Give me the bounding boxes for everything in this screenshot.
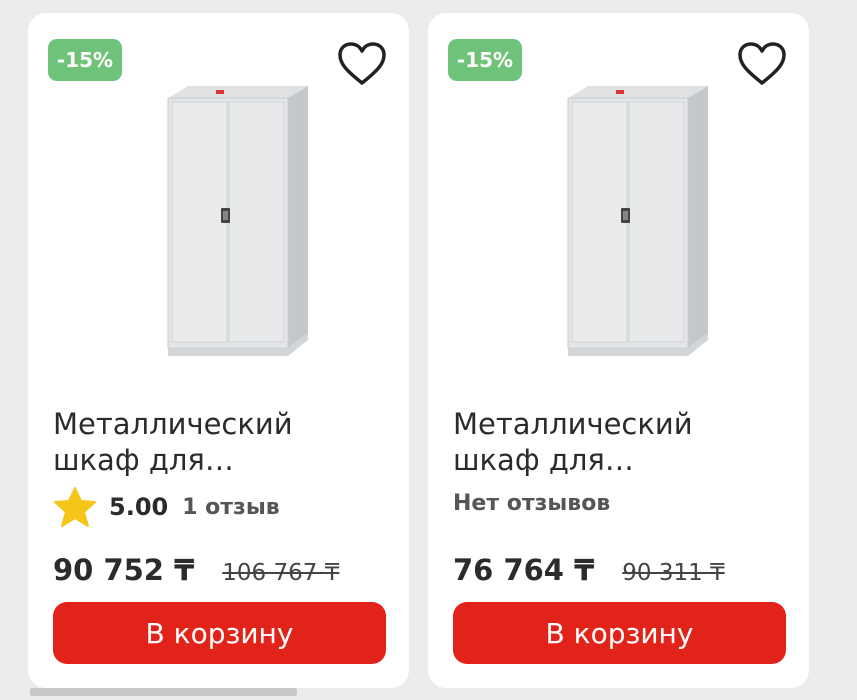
favorite-button[interactable] bbox=[735, 39, 789, 89]
product-card[interactable]: -15% Металлический шкаф для… Нет отзывов… bbox=[428, 13, 809, 688]
discount-badge: -15% bbox=[48, 39, 122, 81]
reviews-count[interactable]: 1 отзыв bbox=[182, 495, 279, 520]
old-price: 106 767 ₸ bbox=[222, 560, 340, 586]
discount-badge: -15% bbox=[448, 39, 522, 81]
star-icon bbox=[54, 487, 96, 527]
add-to-cart-button[interactable]: В корзину bbox=[453, 602, 786, 664]
heart-outline-icon bbox=[738, 42, 786, 85]
add-to-cart-button[interactable]: В корзину bbox=[53, 602, 386, 664]
product-title[interactable]: Металлический шкаф для… bbox=[453, 406, 793, 478]
product-image[interactable] bbox=[528, 78, 708, 368]
heart-outline-icon bbox=[338, 42, 386, 85]
rating-score: 5.00 bbox=[109, 493, 169, 521]
product-card[interactable]: -15% Металлический шкаф для… 5.00 1 отзы… bbox=[28, 13, 409, 688]
product-image[interactable] bbox=[128, 78, 308, 368]
price-block: 90 752 ₸ 106 767 ₸ bbox=[53, 553, 339, 587]
old-price: 90 311 ₸ bbox=[622, 560, 725, 586]
reviews-count: Нет отзывов bbox=[453, 491, 611, 516]
price-block: 76 764 ₸ 90 311 ₸ bbox=[453, 553, 725, 587]
current-price: 76 764 ₸ bbox=[453, 553, 595, 587]
product-title[interactable]: Металлический шкаф для… bbox=[53, 406, 393, 478]
favorite-button[interactable] bbox=[335, 39, 389, 89]
product-grid: -15% Металлический шкаф для… 5.00 1 отзы… bbox=[0, 0, 857, 700]
horizontal-scrollbar[interactable] bbox=[30, 688, 297, 696]
current-price: 90 752 ₸ bbox=[53, 553, 195, 587]
rating: 5.00 1 отзыв bbox=[53, 486, 280, 528]
